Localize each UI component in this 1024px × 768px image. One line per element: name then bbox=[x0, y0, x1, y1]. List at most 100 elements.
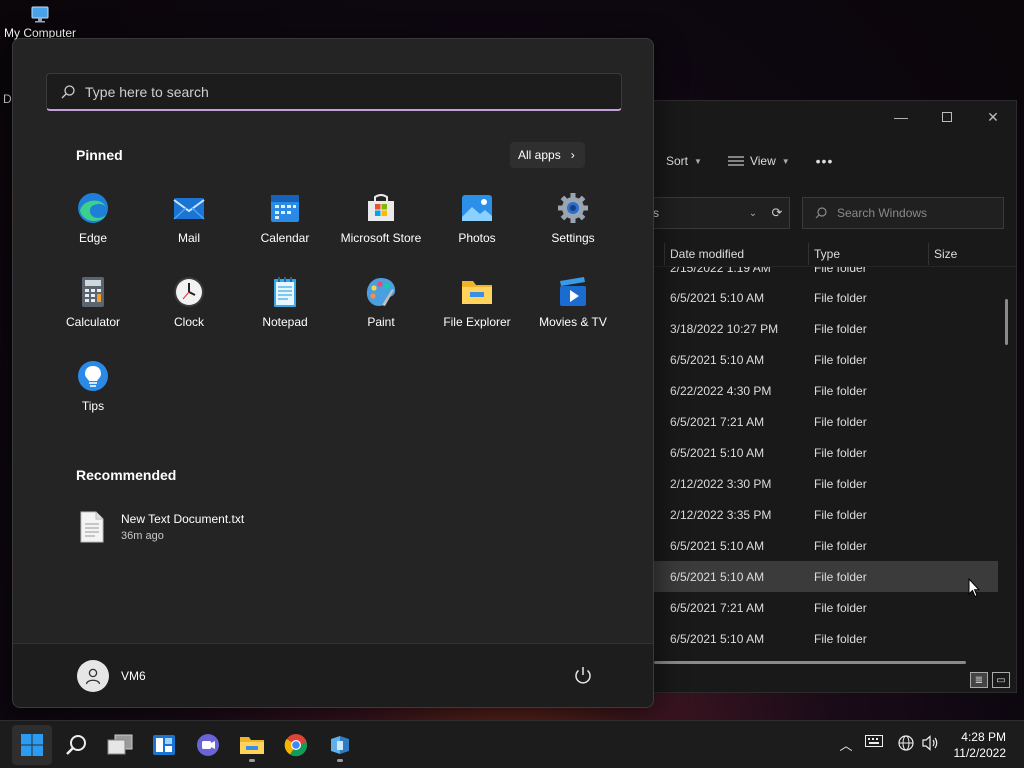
keyboard-button[interactable] bbox=[864, 735, 884, 747]
pinned-app-calendar[interactable]: Calendar bbox=[237, 189, 333, 269]
clock-date: 11/2/2022 bbox=[953, 746, 1007, 760]
file-explorer-window[interactable]: — ✕ Sort ▼ View ▼ ••• s ⌄ ⟳ Search Windo… bbox=[652, 100, 1017, 693]
row-date-modified: 6/5/2021 5:10 AM bbox=[670, 539, 765, 553]
view-button[interactable]: View ▼ bbox=[727, 154, 790, 168]
user-name[interactable]: VM6 bbox=[121, 669, 146, 683]
pinned-app-label: Clock bbox=[173, 315, 204, 329]
widgets-button[interactable] bbox=[144, 725, 184, 765]
table-row[interactable]: 2/12/2022 3:30 PM File folder bbox=[654, 468, 998, 499]
maximize-icon bbox=[942, 112, 952, 122]
pinned-app-label: Calculator bbox=[65, 315, 121, 329]
search-placeholder: Search Windows bbox=[837, 206, 928, 220]
taskbar-clock[interactable]: 4:28 PM 11/2/2022 bbox=[954, 729, 1007, 761]
chrome-button[interactable] bbox=[276, 725, 316, 765]
notepad-icon bbox=[274, 277, 296, 307]
more-options-button[interactable]: ••• bbox=[816, 153, 834, 169]
column-separator[interactable] bbox=[664, 243, 665, 265]
pinned-app-label: Mail bbox=[177, 231, 200, 245]
pinned-app-clock[interactable]: Clock bbox=[141, 273, 237, 353]
table-row[interactable]: 2/12/2022 3:35 PM File folder bbox=[654, 499, 998, 530]
maximize-button[interactable] bbox=[924, 101, 970, 133]
widgets-icon bbox=[153, 735, 175, 755]
row-type: File folder bbox=[814, 291, 867, 305]
search-windows-input[interactable]: Search Windows bbox=[802, 197, 1004, 229]
globe-icon bbox=[898, 735, 914, 751]
details-view-button[interactable]: ≣ bbox=[970, 672, 988, 688]
desktop-icon-my-computer[interactable]: My Computer bbox=[0, 4, 80, 40]
taskbar-search-button[interactable] bbox=[56, 725, 96, 765]
show-hidden-icons-button[interactable]: ︿ bbox=[836, 735, 856, 754]
pinned-app-movies-tv[interactable]: Movies & TV bbox=[525, 273, 621, 353]
task-view-button[interactable] bbox=[100, 725, 140, 765]
recommended-item-time: 36m ago bbox=[121, 530, 164, 542]
pinned-app-calculator[interactable]: Calculator bbox=[45, 273, 141, 353]
column-size[interactable]: Size bbox=[934, 247, 957, 261]
app-icon bbox=[331, 736, 349, 754]
pinned-app-file-explorer[interactable]: File Explorer bbox=[429, 273, 525, 353]
tiles-view-button[interactable]: ▭ bbox=[992, 672, 1010, 688]
user-avatar[interactable] bbox=[77, 660, 109, 692]
table-row[interactable]: 6/5/2021 7:21 AM File folder bbox=[654, 592, 998, 623]
close-button[interactable]: ✕ bbox=[970, 101, 1016, 133]
clock-time: 4:28 PM bbox=[961, 730, 1006, 744]
refresh-icon[interactable]: ⟳ bbox=[765, 205, 789, 221]
table-row[interactable]: 6/22/2022 4:30 PM File folder bbox=[654, 375, 998, 406]
text-document-icon bbox=[80, 511, 104, 543]
network-button[interactable] bbox=[896, 735, 916, 751]
minimize-button[interactable]: — bbox=[878, 101, 924, 133]
view-list-icon bbox=[727, 156, 744, 166]
pinned-app-paint[interactable]: Paint bbox=[333, 273, 429, 353]
pinned-app-edge[interactable]: Edge bbox=[45, 189, 141, 269]
column-type[interactable]: Type bbox=[814, 247, 840, 261]
recommended-item[interactable]: New Text Document.txt 36m ago bbox=[79, 511, 244, 543]
teams-chat-button[interactable] bbox=[188, 725, 228, 765]
table-row[interactable]: 6/5/2021 5:10 AM File folder bbox=[654, 282, 998, 313]
pinned-app-notepad[interactable]: Notepad bbox=[237, 273, 333, 353]
row-type: File folder bbox=[814, 539, 867, 553]
row-date-modified: 6/5/2021 5:10 AM bbox=[670, 446, 765, 460]
row-type: File folder bbox=[814, 601, 867, 615]
close-icon: ✕ bbox=[987, 108, 999, 125]
store-icon bbox=[368, 194, 394, 221]
running-indicator bbox=[249, 759, 255, 762]
column-separator[interactable] bbox=[928, 243, 929, 265]
vertical-scrollbar[interactable] bbox=[1005, 299, 1008, 345]
pinned-app-label: Settings bbox=[551, 231, 595, 245]
pinned-app-mail[interactable]: Mail bbox=[141, 189, 237, 269]
pinned-app-label: Calendar bbox=[260, 231, 310, 245]
all-apps-button[interactable]: All apps › bbox=[510, 142, 585, 168]
pinned-app-button[interactable] bbox=[320, 725, 360, 765]
power-icon[interactable] bbox=[571, 664, 595, 688]
sort-button[interactable]: Sort ▼ bbox=[666, 154, 702, 168]
view-toggle: ≣ ▭ bbox=[970, 672, 1010, 688]
desktop-icon-partial-label: D bbox=[3, 92, 12, 106]
table-row[interactable]: 2/15/2022 1:19 AM File folder bbox=[654, 267, 998, 282]
volume-button[interactable] bbox=[920, 735, 940, 751]
chevron-down-icon[interactable]: ⌄ bbox=[741, 208, 765, 219]
pinned-app-label: Edge bbox=[78, 231, 108, 245]
column-date-modified[interactable]: Date modified bbox=[670, 247, 744, 261]
table-row[interactable]: 6/5/2021 7:21 AM File folder bbox=[654, 406, 998, 437]
pinned-app-microsoft-store[interactable]: Microsoft Store bbox=[333, 189, 429, 269]
table-row[interactable]: 6/5/2021 5:10 AM File folder bbox=[654, 437, 998, 468]
chrome-icon bbox=[284, 734, 308, 757]
start-button[interactable] bbox=[12, 725, 52, 765]
recommended-item-name: New Text Document.txt bbox=[121, 512, 245, 526]
table-row[interactable]: 6/5/2021 5:10 AM File folder bbox=[654, 530, 998, 561]
pinned-app-settings[interactable]: Settings bbox=[525, 189, 621, 269]
start-menu-footer: VM6 bbox=[13, 643, 653, 707]
chevron-down-icon: ▼ bbox=[694, 156, 702, 166]
table-row[interactable]: 6/5/2021 5:10 AM File folder bbox=[654, 623, 998, 654]
horizontal-scrollbar[interactable] bbox=[654, 661, 966, 664]
pinned-app-tips[interactable]: Tips bbox=[45, 357, 141, 437]
table-row[interactable]: 6/5/2021 5:10 AM File folder bbox=[654, 344, 998, 375]
table-row[interactable]: 6/5/2021 5:10 AM File folder bbox=[654, 561, 998, 592]
address-bar[interactable]: s ⌄ ⟳ bbox=[652, 197, 790, 229]
start-search-input[interactable]: Type here to search bbox=[46, 73, 622, 111]
taskbar: ︿ 4:28 PM 11/2/2022 bbox=[0, 720, 1024, 768]
pinned-app-photos[interactable]: Photos bbox=[429, 189, 525, 269]
file-explorer-taskbar-button[interactable] bbox=[232, 725, 272, 765]
column-separator[interactable] bbox=[808, 243, 809, 265]
table-row[interactable]: 3/18/2022 10:27 PM File folder bbox=[654, 313, 998, 344]
speaker-icon bbox=[922, 735, 938, 751]
